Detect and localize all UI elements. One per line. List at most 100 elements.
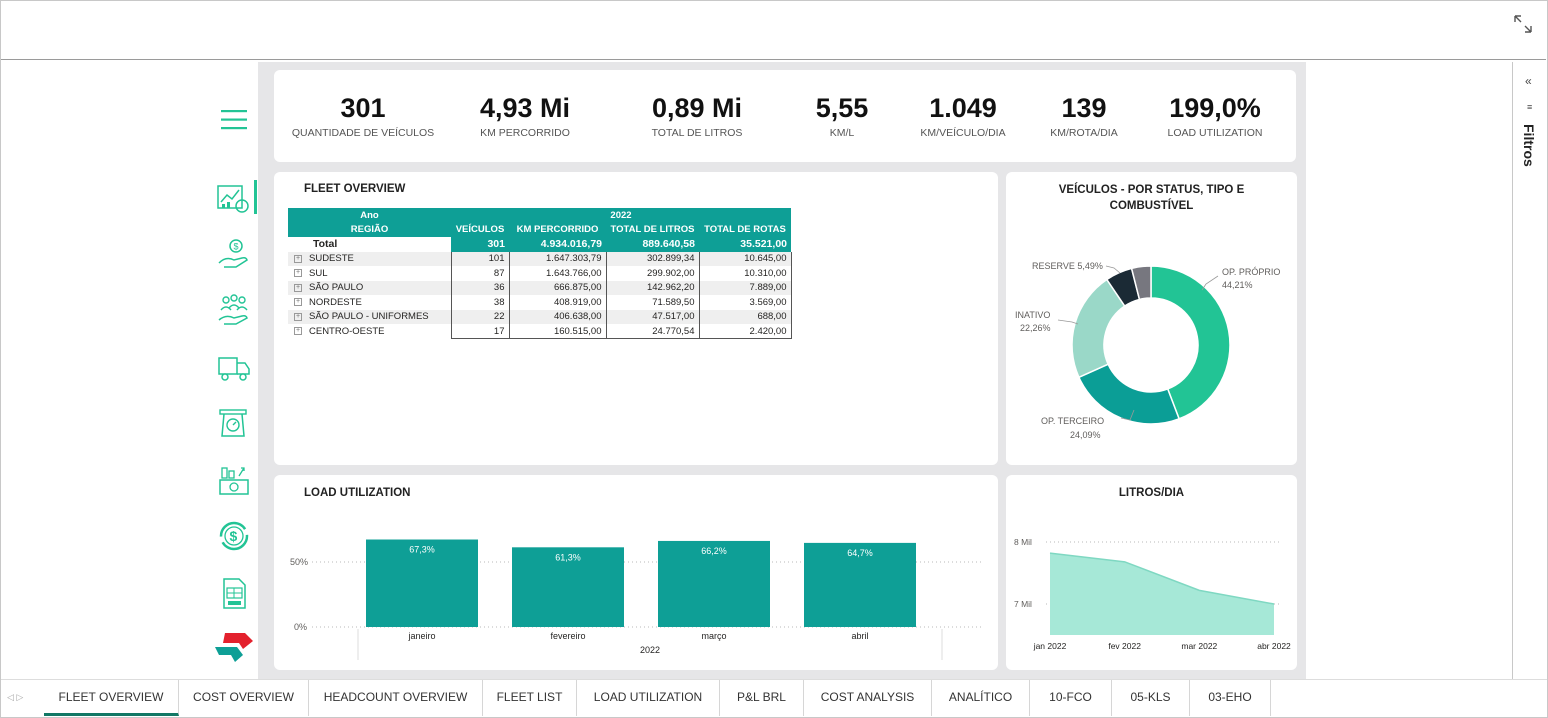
y-tick-label: 8 Mil [1014, 537, 1032, 547]
table-row: + SÃO PAULO - UNIFORMES 22 406.638,00 47.… [288, 309, 792, 324]
expand-plus-icon[interactable]: + [294, 298, 302, 307]
cell: 38 [450, 295, 509, 310]
area-fill [1050, 553, 1274, 635]
expand-plus-icon[interactable]: + [294, 269, 302, 278]
table-row: + SUDESTE 101 1.647.303,79 302.899,34 10.… [288, 251, 792, 266]
fleet-matrix-table[interactable]: Ano 2022 REGIÃO VEÍCULOS KM PERCORRIDO T… [288, 208, 792, 339]
matrix-col-header[interactable]: VEÍCULOS [451, 222, 509, 237]
row-label: SUL [309, 267, 328, 279]
matrix-header-year: 2022 [451, 208, 791, 223]
cell: 36 [450, 280, 509, 295]
x-category-label: março [701, 631, 726, 641]
donut-data-label: 44,21% [1222, 280, 1253, 290]
tab-03-eho[interactable]: 03-EHO [1190, 680, 1271, 716]
fleet-overview-nav-icon[interactable] [214, 180, 254, 216]
total-cell: 35.521,00 [699, 237, 791, 252]
tab-load-utilization[interactable]: LOAD UTILIZATION [577, 680, 720, 716]
tab-05-kls[interactable]: 05-KLS [1112, 680, 1190, 716]
litros-dia-area-chart[interactable]: 8 Mil 7 Mil jan 2022 fev 2022 mar 2022 abr 20… [1006, 475, 1297, 670]
filters-panel[interactable]: « ≡ Filtros [1512, 62, 1547, 679]
headcount-people-icon[interactable] [214, 292, 254, 328]
tab-scroll-arrows-icon[interactable]: ◁ ▷ [7, 692, 23, 703]
row-label: SÃO PAULO [309, 282, 364, 294]
cell: 17 [450, 324, 509, 339]
tab-headcount-overview[interactable]: HEADCOUNT OVERVIEW [309, 680, 483, 716]
row-label: SUDESTE [309, 253, 354, 265]
matrix-col-header[interactable]: TOTAL DE ROTAS [699, 222, 791, 237]
tab-pl-brl[interactable]: P&L BRL [720, 680, 804, 716]
total-cell: 301 [451, 237, 509, 252]
cell: 160.515,00 [508, 324, 606, 339]
matrix-col-header[interactable]: KM PERCORRIDO [509, 222, 606, 237]
leader-line [1105, 265, 1121, 274]
x-category-label: fev 2022 [1108, 641, 1141, 651]
y-tick-label: 7 Mil [1014, 599, 1032, 609]
cell: 71.589,50 [605, 295, 699, 310]
page-tab-bar: ◁ ▷ FLEET OVERVIEW COST OVERVIEW HEADCOU… [1, 679, 1547, 717]
tab-analitico[interactable]: ANALÍTICO [932, 680, 1030, 716]
collapse-chevron-icon[interactable]: « [1525, 74, 1532, 88]
x-axis-year-label: 2022 [640, 645, 660, 655]
top-bar [1, 1, 1546, 60]
row-label: SÃO PAULO - UNIFORMES [309, 311, 429, 323]
cell: 7.889,00 [698, 280, 792, 295]
financial-coins-icon[interactable] [214, 462, 254, 498]
expand-plus-icon[interactable]: + [294, 327, 302, 336]
tab-cost-overview[interactable]: COST OVERVIEW [179, 680, 309, 716]
bar-data-label: 66,2% [701, 546, 727, 556]
donut-chart[interactable]: OP. PRÓPRIO 44,21% OP. TERCEIRO 24,09% INATI… [1006, 172, 1297, 465]
kpi-km-vehicle-day: 1.049 KM/VEÍCULO/DIA [908, 92, 1018, 139]
expand-plus-icon[interactable]: + [294, 283, 302, 292]
hamburger-menu-icon[interactable] [221, 109, 247, 131]
bar-data-label: 64,7% [847, 548, 873, 558]
fleet-overview-card: FLEET OVERVIEW Ano 2022 REGIÃO VEÍCULOS … [274, 172, 998, 465]
matrix-header-regiao: REGIÃO [288, 222, 451, 237]
kpi-value: 199,0% [1169, 93, 1261, 123]
kpi-litros: 0,89 Mi TOTAL DE LITROS [622, 92, 772, 139]
cell: 1.647.303,79 [508, 251, 606, 266]
kpi-value: 139 [1061, 93, 1107, 123]
kpi-label: TOTAL DE LITROS [651, 127, 743, 139]
truck-icon[interactable] [214, 350, 254, 386]
scale-weight-icon[interactable] [214, 406, 254, 442]
cell: 406.638,00 [508, 309, 606, 324]
svg-text:$: $ [230, 528, 238, 544]
tab-fleet-list[interactable]: FLEET LIST [483, 680, 577, 716]
cost-hand-money-icon[interactable]: $ [214, 236, 254, 272]
x-category-label: fevereiro [550, 631, 585, 641]
expand-plus-icon[interactable]: + [294, 312, 302, 321]
excel-file-icon[interactable] [214, 576, 254, 612]
load-utilization-bar-chart[interactable]: 50% 0% 67,3% janeiro 61,3% fevereiro 66,2% març… [274, 475, 998, 670]
cell: 666.875,00 [508, 280, 606, 295]
filters-label[interactable]: Filtros [1521, 124, 1537, 167]
donut-data-label: OP. TERCEIRO [1041, 416, 1104, 426]
fleet-overview-title: FLEET OVERVIEW [304, 183, 406, 195]
cell: 47.517,00 [605, 309, 699, 324]
x-category-label: jan 2022 [1033, 641, 1067, 651]
kpi-km: 4,93 Mi KM PERCORRIDO [450, 92, 600, 139]
vehicles-status-card: VEÍCULOS - POR STATUS, TIPO E COMBUSTÍVE… [1006, 172, 1297, 465]
kpi-card: 301 QUANTIDADE DE VEÍCULOS 4,93 Mi KM PE… [274, 70, 1296, 162]
active-nav-indicator [254, 180, 257, 214]
table-row: + SUL 87 1.643.766,00 299.902,00 10.310,0… [288, 266, 792, 281]
kpi-value: 5,55 [815, 93, 869, 123]
donut-data-label: RESERVE 5,49% [1032, 261, 1103, 271]
matrix-col-header[interactable]: TOTAL DE LITROS [606, 222, 699, 237]
kpi-value: 1.049 [929, 93, 997, 123]
total-label: Total [313, 238, 338, 251]
cell: 142.962,20 [605, 280, 699, 295]
tab-10-fco[interactable]: 10-FCO [1030, 680, 1112, 716]
matrix-total-row: Total 301 4.934.016,79 889.640,58 35.521… [288, 237, 791, 252]
x-category-label: abr 2022 [1257, 641, 1291, 651]
tab-cost-analysis[interactable]: COST ANALYSIS [804, 680, 932, 716]
cell: 22 [450, 309, 509, 324]
cell: 10.645,00 [698, 251, 792, 266]
y-tick-label: 50% [290, 557, 308, 567]
matrix-header-ano: Ano [288, 208, 451, 223]
x-category-label: janeiro [407, 631, 435, 641]
cell: 408.919,00 [508, 295, 606, 310]
dollar-cycle-icon[interactable]: $ [214, 518, 254, 554]
tab-fleet-overview[interactable]: FLEET OVERVIEW [44, 680, 179, 716]
expand-icon[interactable] [1512, 13, 1534, 35]
expand-plus-icon[interactable]: + [294, 254, 302, 263]
